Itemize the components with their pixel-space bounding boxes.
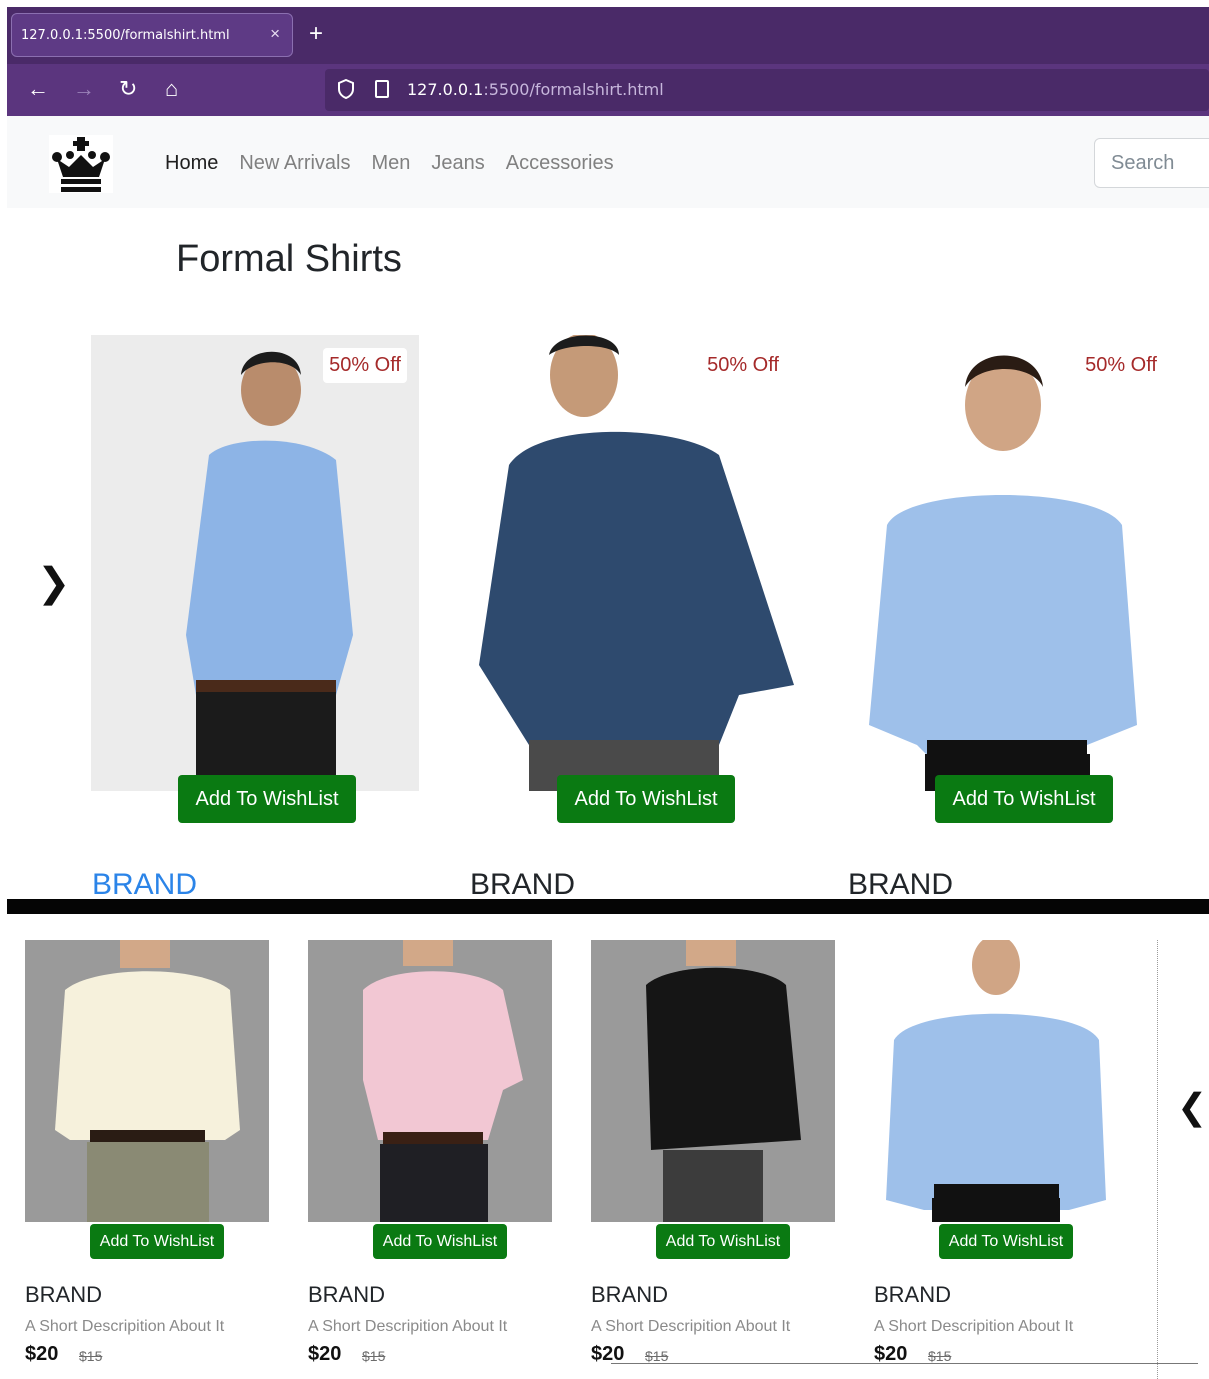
discount-badge: 50% Off <box>1079 348 1163 383</box>
product-description: A Short Descripition About It <box>591 1318 791 1335</box>
product-image[interactable] <box>591 940 835 1222</box>
search-placeholder: Search <box>1111 152 1175 174</box>
crown-logo-icon[interactable] <box>49 135 113 193</box>
old-price: $15 <box>362 1348 386 1364</box>
old-price: $15 <box>928 1348 952 1364</box>
forward-icon[interactable]: → <box>73 75 95 103</box>
discount-badge: 50% Off <box>701 348 785 383</box>
product-image[interactable] <box>847 335 1175 791</box>
brand-label[interactable]: BRAND <box>848 868 953 902</box>
featured-card[interactable]: 50% Off <box>91 335 419 791</box>
featured-carousel: ❯ 50% Off Add To WishList BRAND 50% Off … <box>7 320 1209 902</box>
brand-label[interactable]: BRAND <box>470 868 575 902</box>
brand-label[interactable]: BRAND <box>25 1282 102 1308</box>
add-to-wishlist-button[interactable]: Add To WishList <box>939 1224 1073 1259</box>
old-price: $15 <box>79 1348 103 1364</box>
brand-label[interactable]: BRAND <box>874 1282 951 1308</box>
product-image[interactable] <box>25 940 269 1222</box>
url-text[interactable]: 127.0.0.1:5500/formalshirt.html <box>407 80 664 99</box>
home-icon[interactable]: ⌂ <box>165 75 178 103</box>
shield-icon[interactable] <box>337 79 355 99</box>
product-description: A Short Descripition About It <box>874 1318 1074 1335</box>
add-to-wishlist-button[interactable]: Add To WishList <box>557 775 735 823</box>
product-description: A Short Descripition About It <box>25 1318 225 1335</box>
section-divider <box>7 899 1209 914</box>
product-image[interactable] <box>874 935 1118 1222</box>
underline-divider <box>611 1363 1198 1364</box>
browser-tab-bar: 127.0.0.1:5500/formalshirt.html × + <box>7 7 1209 64</box>
product-description: A Short Descripition About It <box>308 1318 508 1335</box>
new-tab-icon[interactable]: + <box>309 19 323 49</box>
product-image[interactable] <box>308 940 552 1222</box>
price: $20 <box>308 1343 342 1365</box>
brand-label[interactable]: BRAND <box>591 1282 668 1308</box>
brand-label[interactable]: BRAND <box>308 1282 385 1308</box>
product-card[interactable] <box>874 935 1118 1222</box>
browser-tab[interactable]: 127.0.0.1:5500/formalshirt.html × <box>11 13 293 57</box>
brand-link[interactable]: BRAND <box>92 868 197 902</box>
nav-link-new-arrivals[interactable]: New Arrivals <box>239 152 350 175</box>
browser-toolbar: ← → ↻ ⌂ 127.0.0.1:5500/formalshirt.html <box>7 64 1209 116</box>
product-image[interactable] <box>469 333 797 791</box>
nav-link-accessories[interactable]: Accessories <box>506 152 614 175</box>
carousel-edge-line <box>1157 940 1158 1379</box>
nav-link-men[interactable]: Men <box>372 152 411 175</box>
url-path: :5500/formalshirt.html <box>483 80 664 99</box>
address-bar[interactable]: 127.0.0.1:5500/formalshirt.html <box>325 69 1209 111</box>
page-info-icon[interactable] <box>375 80 389 98</box>
nav-link-home[interactable]: Home <box>165 152 218 175</box>
discount-badge: 50% Off <box>323 348 407 383</box>
price: $20 <box>25 1343 59 1365</box>
close-tab-icon[interactable]: × <box>270 24 280 44</box>
url-host: 127.0.0.1 <box>407 80 484 99</box>
page-title: Formal Shirts <box>176 238 402 280</box>
add-to-wishlist-button[interactable]: Add To WishList <box>373 1224 507 1259</box>
add-to-wishlist-button[interactable]: Add To WishList <box>178 775 356 823</box>
product-card[interactable] <box>591 940 835 1222</box>
featured-card[interactable]: 50% Off <box>847 335 1175 791</box>
carousel-prev-arrow-icon[interactable]: ❮ <box>1177 1086 1207 1128</box>
add-to-wishlist-button[interactable]: Add To WishList <box>935 775 1113 823</box>
product-card[interactable] <box>25 940 269 1222</box>
old-price: $15 <box>645 1348 669 1364</box>
product-image[interactable] <box>91 335 419 791</box>
search-input[interactable]: Search <box>1094 138 1209 188</box>
add-to-wishlist-button[interactable]: Add To WishList <box>90 1224 224 1259</box>
add-to-wishlist-button[interactable]: Add To WishList <box>656 1224 790 1259</box>
nav-links: Home New Arrivals Men Jeans Accessories <box>165 152 614 175</box>
featured-card[interactable]: 50% Off <box>469 333 797 791</box>
nav-link-jeans[interactable]: Jeans <box>431 152 484 175</box>
site-navbar: Home New Arrivals Men Jeans Accessories … <box>7 116 1209 208</box>
reload-icon[interactable]: ↻ <box>119 75 137 103</box>
tab-title: 127.0.0.1:5500/formalshirt.html <box>21 28 230 43</box>
back-icon[interactable]: ← <box>27 75 49 103</box>
product-card[interactable] <box>308 940 552 1222</box>
carousel-next-arrow-icon[interactable]: ❯ <box>37 560 71 606</box>
